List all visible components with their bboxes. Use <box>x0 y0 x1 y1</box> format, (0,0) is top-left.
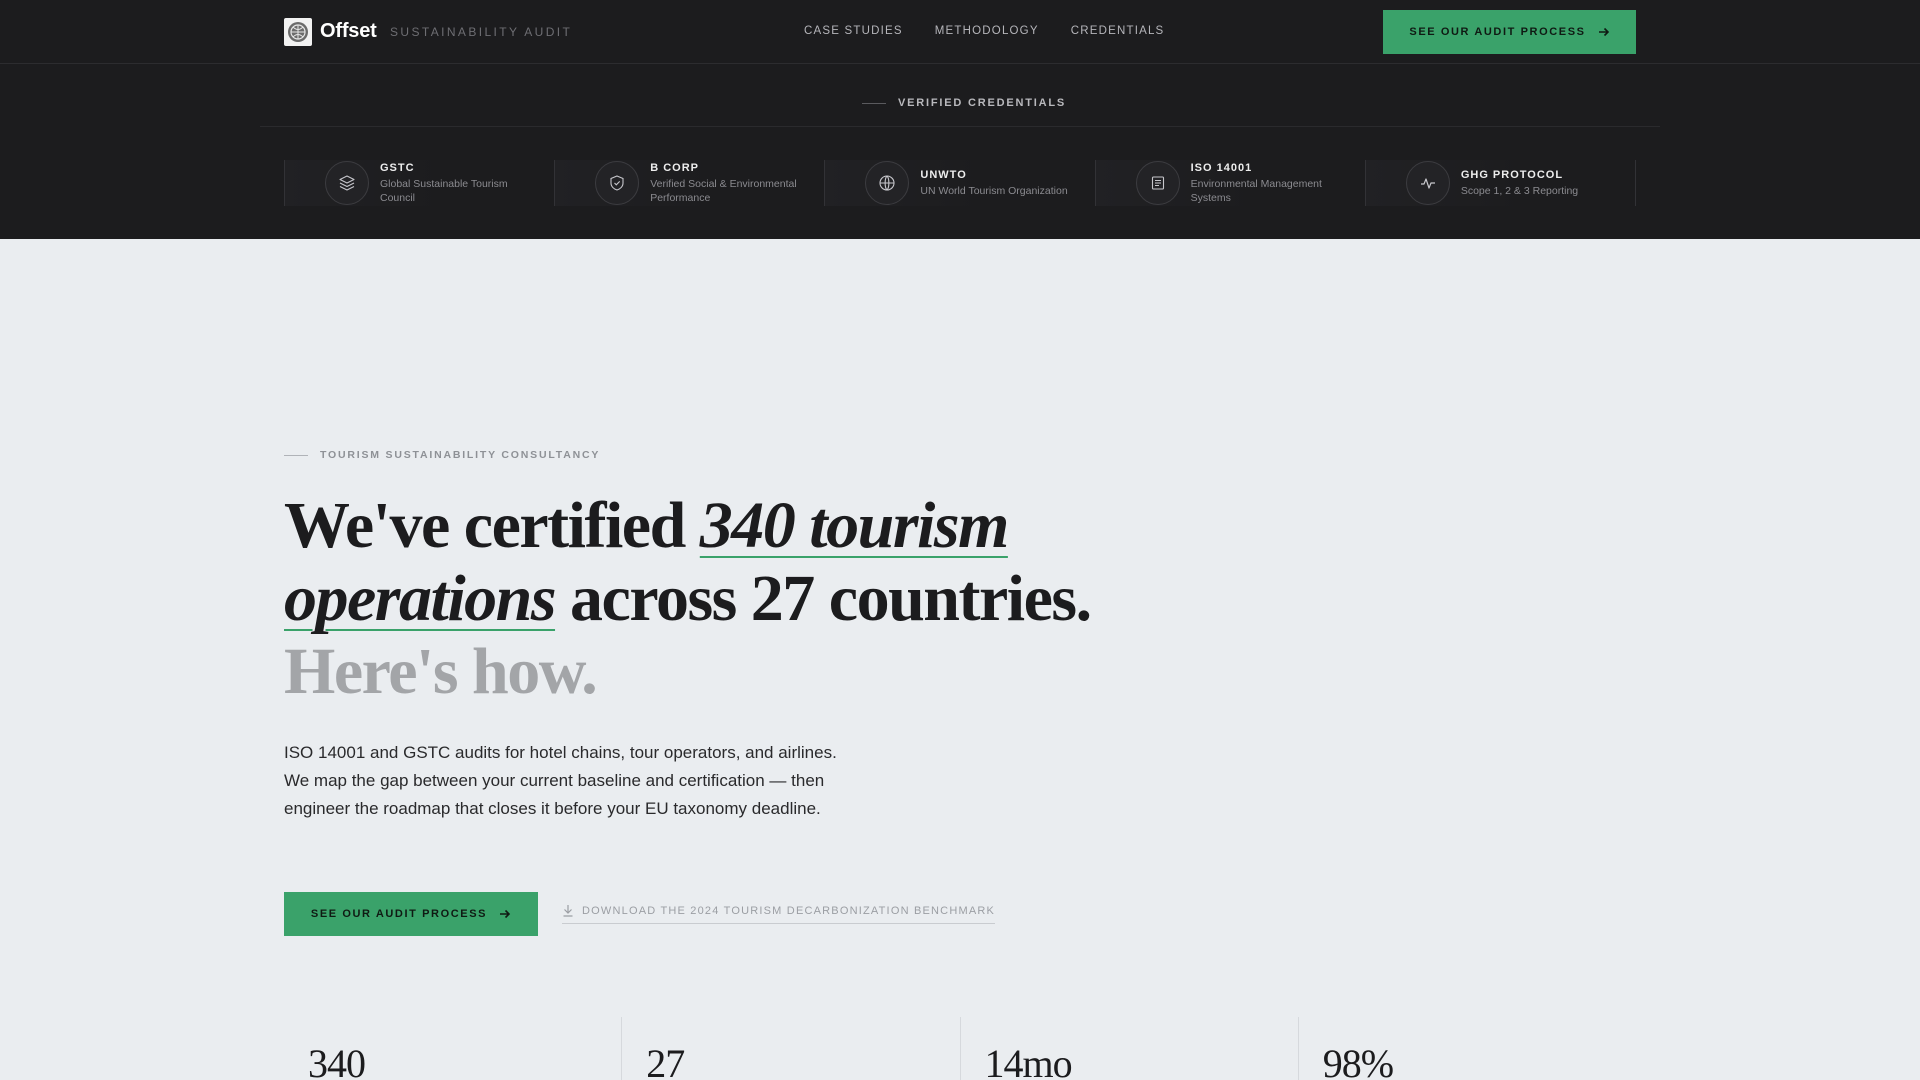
headline-muted: Here's how. <box>284 635 598 708</box>
nav-links: CASE STUDIES METHODOLOGY CREDENTIALS <box>804 25 1164 37</box>
stat-item: 98% <box>1297 1017 1636 1080</box>
credential-unwto: UNWTO UN World Tourism Organization <box>825 160 1096 206</box>
credential-iso14001: ISO 14001 Environmental Management Syste… <box>1095 160 1366 206</box>
credential-desc: Verified Social & Environmental Performa… <box>650 177 797 204</box>
document-icon <box>1135 161 1180 205</box>
arrow-right-icon <box>1598 27 1609 37</box>
credential-title: ISO 14001 <box>1190 161 1253 174</box>
credential-desc: Global Sustainable Tourism Council <box>380 177 508 204</box>
hero-cta-label: SEE OUR AUDIT PROCESS <box>310 908 488 920</box>
stat-value: 14mo <box>984 1041 1073 1080</box>
credential-title: B CORP <box>650 161 699 174</box>
shield-check-icon <box>595 161 640 205</box>
stat-value: 340 <box>308 1041 366 1080</box>
credential-title: GHG PROTOCOL <box>1460 168 1564 181</box>
stat-item: 340 <box>284 1017 621 1080</box>
nav-cta-label: SEE OUR AUDIT PROCESS <box>1409 26 1586 38</box>
hero-description: ISO 14001 and GSTC audits for hotel chai… <box>284 743 837 818</box>
layers-icon <box>325 161 369 205</box>
credentials-strip: GSTC Global Sustainable Tourism Council … <box>284 160 1637 206</box>
verified-credentials-label: VERIFIED CREDENTIALS <box>898 97 1067 109</box>
nav-link-methodology[interactable]: METHODOLOGY <box>935 25 1039 37</box>
eyebrow-label: TOURISM SUSTAINABILITY CONSULTANCY <box>320 449 601 461</box>
nav-link-case-studies[interactable]: CASE STUDIES <box>804 25 903 37</box>
hero-eyebrow: TOURISM SUSTAINABILITY CONSULTANCY <box>284 449 600 461</box>
hero-headline: We've certified 340 tourism operations a… <box>284 489 1184 708</box>
credential-title: GSTC <box>380 161 415 174</box>
activity-icon <box>1405 161 1450 205</box>
stat-item: 27 <box>621 1017 959 1080</box>
stats-row: 340 27 14mo 98% <box>284 1017 1636 1080</box>
credential-desc: Scope 1, 2 & 3 Reporting <box>1460 184 1579 197</box>
logo-mark[interactable] <box>284 18 312 46</box>
stat-value: 27 <box>646 1041 685 1080</box>
top-navbar: Offset SUSTAINABILITY AUDIT CASE STUDIES… <box>0 0 1920 64</box>
credential-title: UNWTO <box>920 168 967 181</box>
globe-icon <box>865 161 910 205</box>
eyebrow-rule <box>284 454 308 456</box>
credential-desc: Environmental Management Systems <box>1190 177 1322 204</box>
hero-audit-process-button[interactable]: SEE OUR AUDIT PROCESS <box>284 892 538 936</box>
globe-seal-icon <box>288 22 308 42</box>
arrow-right-icon <box>500 909 511 919</box>
headline-pre: We've certified <box>284 489 700 562</box>
dark-header-section: Offset SUSTAINABILITY AUDIT CASE STUDIES… <box>0 0 1920 239</box>
brand-subtitle: SUSTAINABILITY AUDIT <box>390 25 573 39</box>
credential-desc: UN World Tourism Organization <box>920 184 1068 197</box>
download-icon <box>563 905 573 917</box>
nav-audit-process-button[interactable]: SEE OUR AUDIT PROCESS <box>1383 10 1636 54</box>
stat-value: 98% <box>1322 1041 1394 1080</box>
headline-post: across 27 countries. <box>555 562 1092 635</box>
nav-link-credentials[interactable]: CREDENTIALS <box>1071 25 1165 37</box>
credential-ghg-protocol: GHG PROTOCOL Scope 1, 2 & 3 Reporting <box>1365 160 1637 206</box>
verified-credentials-heading: VERIFIED CREDENTIALS <box>862 97 1066 109</box>
download-label: DOWNLOAD THE 2024 TOURISM DECARBONIZATIO… <box>582 904 996 917</box>
credential-bcorp: B CORP Verified Social & Environmental P… <box>555 160 826 206</box>
stat-item: 14mo <box>959 1017 1298 1080</box>
brand-name[interactable]: Offset <box>320 20 377 43</box>
download-benchmark-link[interactable]: DOWNLOAD THE 2024 TOURISM DECARBONIZATIO… <box>562 904 996 924</box>
credential-gstc: GSTC Global Sustainable Tourism Council <box>284 160 556 206</box>
heading-rule <box>862 102 886 104</box>
section-divider <box>260 126 1660 127</box>
